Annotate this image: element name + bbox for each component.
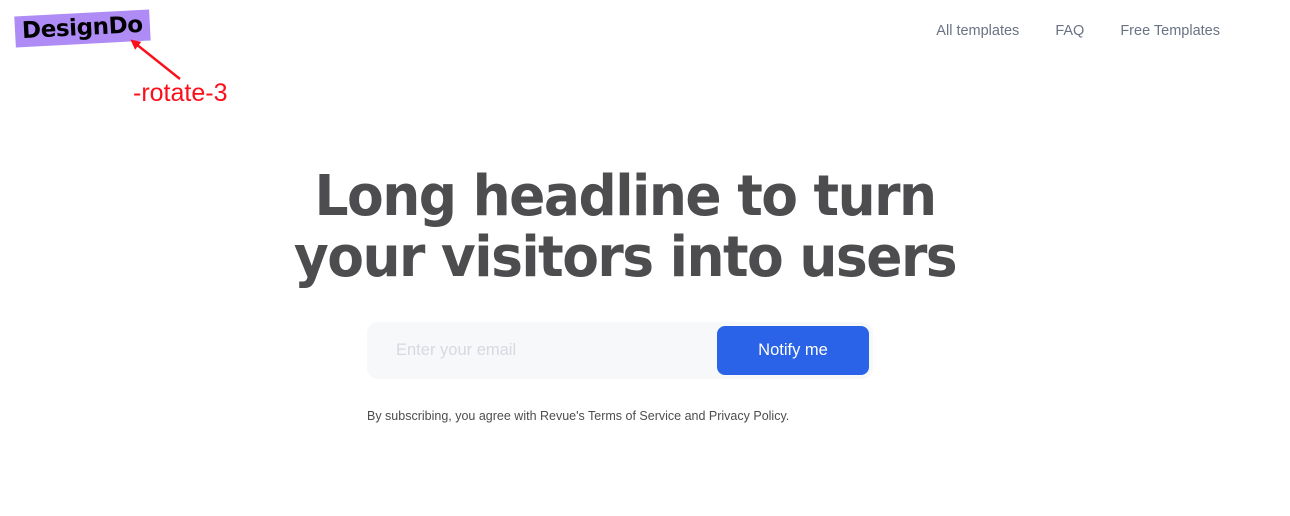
nav-link-all-templates[interactable]: All templates: [936, 24, 1019, 39]
nav-link-faq[interactable]: FAQ: [1055, 24, 1084, 39]
brand-logo[interactable]: DesignDo: [14, 9, 151, 48]
brand-logo-text: DesignDo: [21, 11, 144, 45]
headline-line-2: your visitors into users: [293, 225, 958, 290]
subscribe-form: Notify me: [367, 322, 873, 379]
main-nav: All templates FAQ Free Templates: [936, 24, 1220, 39]
email-field[interactable]: [396, 322, 726, 379]
landing-page: DesignDo All templates FAQ Free Template…: [0, 0, 1290, 516]
page-title: Long headline to turn your visitors into…: [28, 166, 1222, 288]
notify-me-button[interactable]: Notify me: [717, 326, 869, 375]
annotation-label: -rotate-3: [133, 79, 228, 107]
headline-line-1: Long headline to turn: [314, 164, 937, 229]
legal-note: By subscribing, you agree with Revue's T…: [367, 408, 790, 423]
site-header: DesignDo All templates FAQ Free Template…: [0, 0, 1290, 70]
nav-link-free-templates[interactable]: Free Templates: [1120, 24, 1220, 39]
